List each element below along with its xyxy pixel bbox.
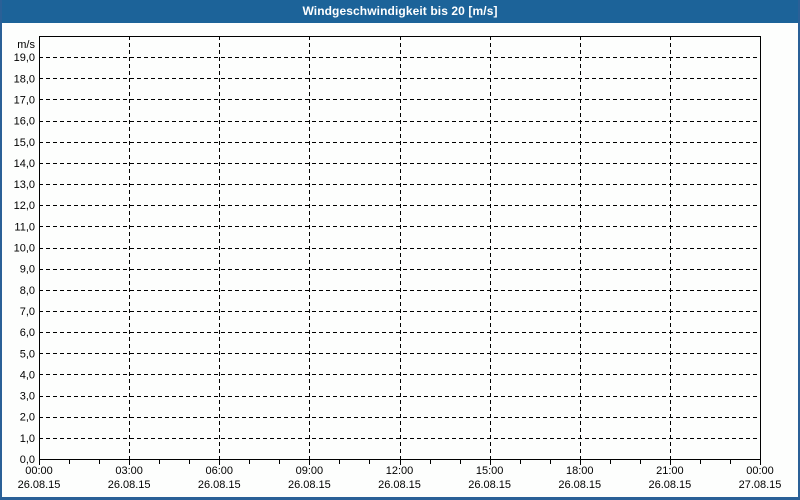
y-tick-label: 9,0 xyxy=(20,264,35,276)
x-tick-time-label: 00:00 xyxy=(25,465,53,477)
y-axis-labels: 0,01,02,03,04,05,06,07,08,09,010,011,012… xyxy=(14,39,36,466)
wind-speed-chart: 0,01,02,03,04,05,06,07,08,09,010,011,012… xyxy=(14,36,782,491)
y-tick-label: 19,0 xyxy=(14,52,35,64)
y-tick-label: 17,0 xyxy=(14,94,35,106)
y-tick-label: 4,0 xyxy=(20,369,35,381)
x-tick-time-label: 15:00 xyxy=(476,465,504,477)
y-tick-label: 15,0 xyxy=(14,137,35,149)
x-tick-date-label: 26.08.15 xyxy=(468,479,511,491)
y-tick-label: 10,0 xyxy=(14,243,35,255)
y-tick-label: 12,0 xyxy=(14,200,35,212)
gridlines xyxy=(39,36,760,459)
x-tick-date-label: 26.08.15 xyxy=(18,479,61,491)
x-tick-time-label: 09:00 xyxy=(296,465,324,477)
x-tick-time-label: 03:00 xyxy=(115,465,143,477)
y-tick-label: 18,0 xyxy=(14,73,35,85)
x-tick-date-label: 26.08.15 xyxy=(558,479,601,491)
y-tick-label: 5,0 xyxy=(20,348,35,360)
x-tick-date-label: 26.08.15 xyxy=(648,479,691,491)
x-axis-labels: 00:00 26.08.15 03:00 26.08.15 06:00 26.08.15 0… xyxy=(18,465,782,491)
y-tick-label: 16,0 xyxy=(14,116,35,128)
x-tick-date-label: 26.08.15 xyxy=(108,479,151,491)
x-tick-date-label: 26.08.15 xyxy=(288,479,331,491)
y-tick-label: 14,0 xyxy=(14,158,35,170)
x-tick-time-label: 06:00 xyxy=(205,465,233,477)
y-tick-label: 13,0 xyxy=(14,179,35,191)
chart-title-bar: Windgeschwindigkeit bis 20 [m/s] xyxy=(0,0,800,23)
x-tick-time-label: 18:00 xyxy=(566,465,594,477)
y-tick-label: 3,0 xyxy=(20,391,35,403)
y-tick-label: 8,0 xyxy=(20,285,35,297)
x-tick-date-label: 26.08.15 xyxy=(378,479,421,491)
chart-title: Windgeschwindigkeit bis 20 [m/s] xyxy=(302,4,498,18)
y-tick-label: 11,0 xyxy=(14,221,35,233)
y-tick-label: 1,0 xyxy=(20,433,35,445)
x-tick-date-label: 26.08.15 xyxy=(198,479,241,491)
y-tick-label: 6,0 xyxy=(20,327,35,339)
y-axis-unit-label: m/s xyxy=(17,39,35,51)
x-tick-date-label: 27.08.15 xyxy=(739,479,782,491)
x-tick-time-label: 21:00 xyxy=(656,465,684,477)
x-tick-time-label: 12:00 xyxy=(386,465,414,477)
chart-window: Windgeschwindigkeit bis 20 [m/s] 0,0 1,0 2… xyxy=(0,0,800,500)
y-tick-label: 7,0 xyxy=(20,306,35,318)
x-tick-time-label: 00:00 xyxy=(746,465,774,477)
y-tick-label: 2,0 xyxy=(20,412,35,424)
